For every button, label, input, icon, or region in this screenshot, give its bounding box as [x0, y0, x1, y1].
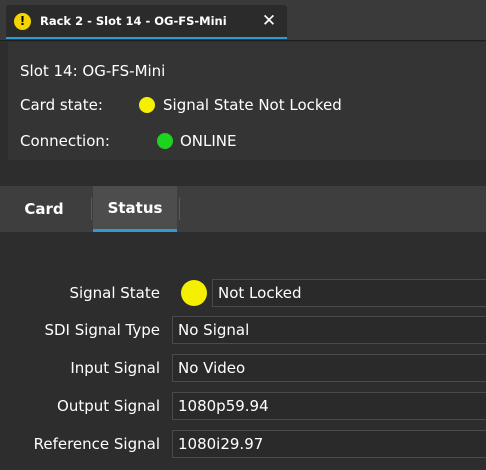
status-panel: Signal State Not Locked SDI Signal Type …	[0, 232, 486, 470]
input-signal-field: No Video	[172, 354, 486, 382]
signal-state-field: Not Locked	[212, 279, 486, 307]
subtab-bar: Card Status	[0, 186, 486, 232]
card-info-panel: Slot 14: OG-FS-Mini Card state: Signal S…	[8, 42, 486, 160]
tab-divider	[91, 198, 92, 220]
sdi-signal-type-label: SDI Signal Type	[44, 321, 160, 339]
signal-state-indicator-icon	[181, 280, 207, 306]
warning-icon: !	[14, 13, 31, 30]
sdi-signal-type-field: No Signal	[172, 316, 486, 344]
card-state-indicator-icon	[139, 97, 155, 113]
reference-signal-label: Reference Signal	[33, 435, 160, 453]
connection-label: Connection:	[20, 132, 110, 150]
connection-value: ONLINE	[180, 132, 237, 150]
output-signal-label: Output Signal	[57, 397, 160, 415]
tab-divider	[179, 198, 180, 220]
card-state-label: Card state:	[20, 96, 103, 114]
card-state-value: Signal State Not Locked	[163, 96, 342, 114]
signal-state-label: Signal State	[69, 284, 160, 302]
connection-indicator-icon	[157, 133, 173, 149]
tab-status[interactable]: Status	[93, 186, 177, 232]
slot-title: Slot 14: OG-FS-Mini	[20, 62, 166, 80]
reference-signal-field: 1080i29.97	[172, 430, 486, 458]
close-icon[interactable]: ✕	[259, 11, 279, 31]
output-signal-field: 1080p59.94	[172, 392, 486, 420]
document-tab-label: Rack 2 - Slot 14 - OG-FS-Mini	[40, 14, 227, 28]
tab-card[interactable]: Card	[0, 186, 88, 232]
document-tab-bar: ! Rack 2 - Slot 14 - OG-FS-Mini ✕	[0, 0, 486, 41]
input-signal-label: Input Signal	[70, 359, 160, 377]
document-tab[interactable]: ! Rack 2 - Slot 14 - OG-FS-Mini ✕	[6, 5, 287, 39]
